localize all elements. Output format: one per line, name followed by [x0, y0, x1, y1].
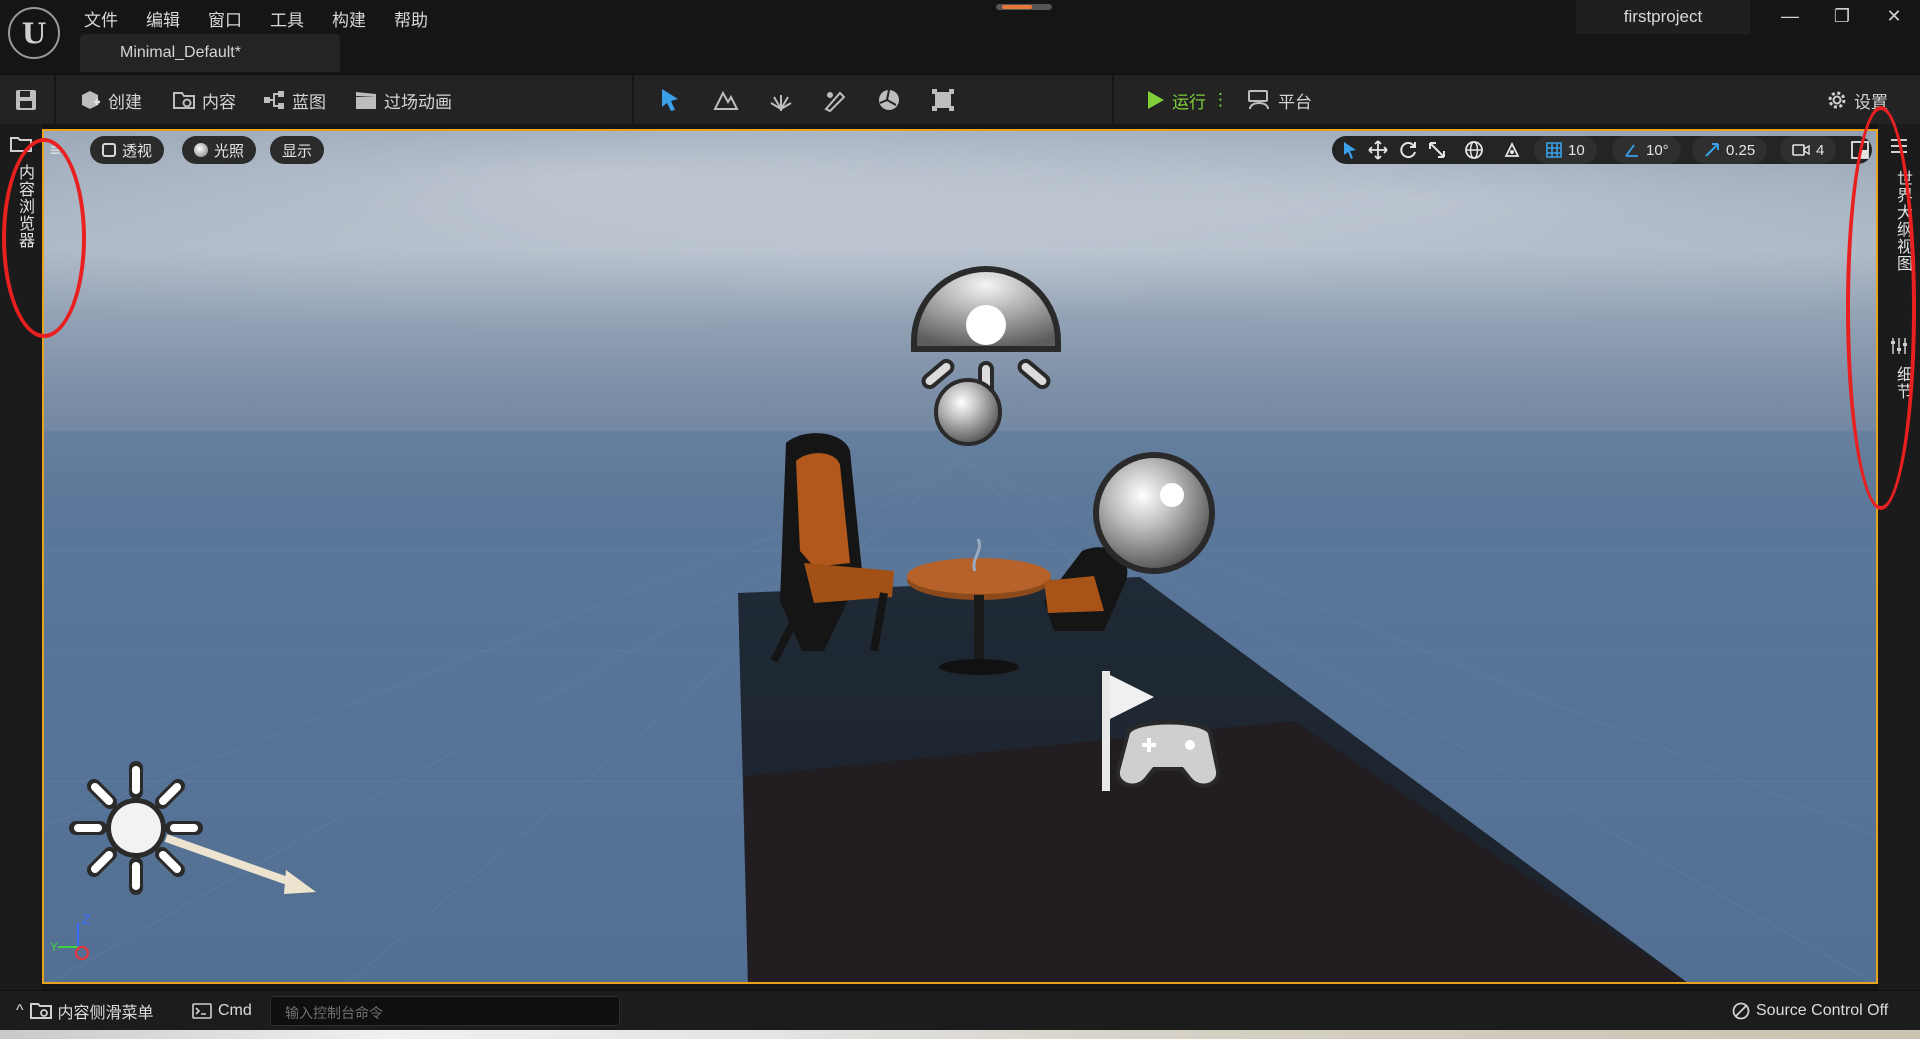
angle-icon	[1625, 144, 1638, 157]
content-drawer-icon	[29, 1003, 52, 1019]
create-icon	[82, 91, 100, 109]
scale-snap-value: 0.25	[1726, 141, 1756, 159]
platform-button[interactable]: 平台	[1246, 86, 1312, 114]
select-tool-icon[interactable]	[1340, 140, 1360, 160]
cmd-label: Cmd	[218, 1002, 252, 1019]
axis-z-label: Z	[82, 911, 91, 927]
toolbar-separator	[54, 75, 56, 125]
scale-snap-button[interactable]: 0.25	[1692, 136, 1768, 164]
annotation-circle-left	[2, 138, 86, 338]
camera-icon	[1792, 144, 1810, 156]
blueprint-button[interactable]: 蓝图	[262, 86, 326, 114]
project-name: firstproject	[1576, 0, 1750, 34]
lighting-label: 光照	[214, 142, 245, 160]
world-space-icon[interactable]	[1464, 140, 1484, 160]
status-bar: ^ 内容侧滑菜单 Cmd 输入控制台命令 Source Control Off	[0, 990, 1920, 1030]
menu-build[interactable]: 构建	[318, 2, 380, 35]
run-options-button[interactable]: ⋮	[1212, 90, 1229, 110]
console-command-input[interactable]: 输入控制台命令	[270, 996, 620, 1026]
source-control-off-icon	[1732, 1002, 1750, 1020]
grid-snap-button[interactable]: 10	[1534, 136, 1597, 164]
menu-window[interactable]: 窗口	[194, 2, 256, 35]
grid-snap-value: 10	[1568, 141, 1585, 159]
level-tab[interactable]: Minimal_Default*	[80, 34, 340, 72]
foliage-mode-icon[interactable]	[768, 87, 794, 113]
brush-edit-mode-icon[interactable]	[930, 87, 956, 113]
source-control-button[interactable]: Source Control Off	[1732, 999, 1888, 1023]
mesh-paint-mode-icon[interactable]	[822, 87, 848, 113]
run-label: 运行	[1172, 92, 1206, 112]
fracture-mode-icon[interactable]	[876, 87, 902, 113]
gear-icon	[1828, 91, 1846, 109]
chevron-up-icon: ^	[16, 1002, 24, 1019]
restore-button[interactable]: ❐	[1822, 6, 1862, 34]
menu-help[interactable]: 帮助	[380, 2, 442, 35]
rotation-snap-value: 10°	[1646, 141, 1669, 159]
annotation-circle-right	[1846, 106, 1916, 510]
cinematics-button[interactable]: 过场动画	[354, 86, 452, 114]
source-control-label: Source Control Off	[1756, 1002, 1889, 1019]
rotate-tool-icon[interactable]	[1398, 140, 1418, 160]
surface-snap-icon[interactable]	[1502, 140, 1522, 160]
level-viewport[interactable]: ≡ 透视 光照 显示 10 10° 0.25 4 Z Y	[42, 129, 1878, 984]
content-drawer-label: 内容侧滑菜单	[57, 1005, 154, 1022]
run-button[interactable]: 运行 ⋮	[1144, 86, 1229, 114]
unreal-logo-icon[interactable]: U	[8, 7, 60, 59]
minimize-button[interactable]: —	[1770, 6, 1810, 34]
perspective-label: 透视	[122, 142, 153, 160]
menu-file[interactable]: 文件	[70, 2, 132, 35]
save-icon	[16, 90, 36, 110]
cmd-button[interactable]: Cmd	[192, 999, 252, 1023]
select-mode-icon[interactable]	[658, 87, 684, 113]
main-menu: 文件 编辑 窗口 工具 构建 帮助	[70, 2, 442, 35]
content-icon	[173, 92, 195, 109]
content-drawer-button[interactable]: ^ 内容侧滑菜单	[16, 999, 154, 1023]
blueprint-label: 蓝图	[292, 92, 326, 112]
scale-tool-icon[interactable]	[1427, 140, 1447, 160]
grid-icon	[1546, 142, 1562, 158]
toolbar-separator	[632, 75, 634, 125]
show-button[interactable]: 显示	[270, 136, 325, 164]
save-button[interactable]	[14, 86, 38, 114]
menu-edit[interactable]: 编辑	[132, 2, 194, 35]
title-bar: U 文件 编辑 窗口 工具 构建 帮助 Minimal_Default* fir…	[0, 0, 1920, 74]
create-button[interactable]: 创建	[78, 86, 142, 114]
terminal-icon	[192, 1003, 212, 1019]
content-button[interactable]: 内容	[172, 86, 236, 114]
camera-speed-value: 4	[1816, 141, 1825, 159]
landscape-mode-icon[interactable]	[713, 87, 739, 113]
axis-gizmo	[58, 923, 89, 960]
perspective-button[interactable]: 透视	[90, 136, 165, 164]
lit-sphere-icon	[194, 143, 208, 157]
blueprint-icon	[264, 91, 284, 109]
close-button[interactable]: ✕	[1874, 6, 1914, 34]
platform-icon	[1248, 90, 1269, 110]
progress-indicator	[996, 4, 1052, 10]
taskbar-strip	[0, 1030, 1920, 1039]
axis-y-label: Y	[50, 940, 59, 954]
cinematics-label: 过场动画	[384, 92, 452, 112]
toolbar-separator	[1112, 75, 1114, 125]
create-label: 创建	[108, 92, 142, 112]
cube-icon	[102, 143, 116, 157]
platform-label: 平台	[1278, 92, 1312, 112]
camera-speed-button[interactable]: 4	[1780, 136, 1837, 164]
menu-tools[interactable]: 工具	[256, 2, 318, 35]
play-icon	[1148, 91, 1164, 109]
content-label: 内容	[202, 92, 236, 112]
main-toolbar: 创建 内容 蓝图 过场动画 运行 ⋮ 平台 设置	[0, 74, 1920, 125]
lighting-button[interactable]: 光照	[182, 136, 257, 164]
move-tool-icon[interactable]	[1368, 140, 1388, 160]
rotation-snap-button[interactable]: 10°	[1612, 136, 1681, 164]
clapperboard-icon	[356, 92, 376, 109]
scene-render	[44, 266, 1876, 982]
scale-snap-icon	[1705, 143, 1719, 157]
show-label: 显示	[282, 142, 313, 160]
